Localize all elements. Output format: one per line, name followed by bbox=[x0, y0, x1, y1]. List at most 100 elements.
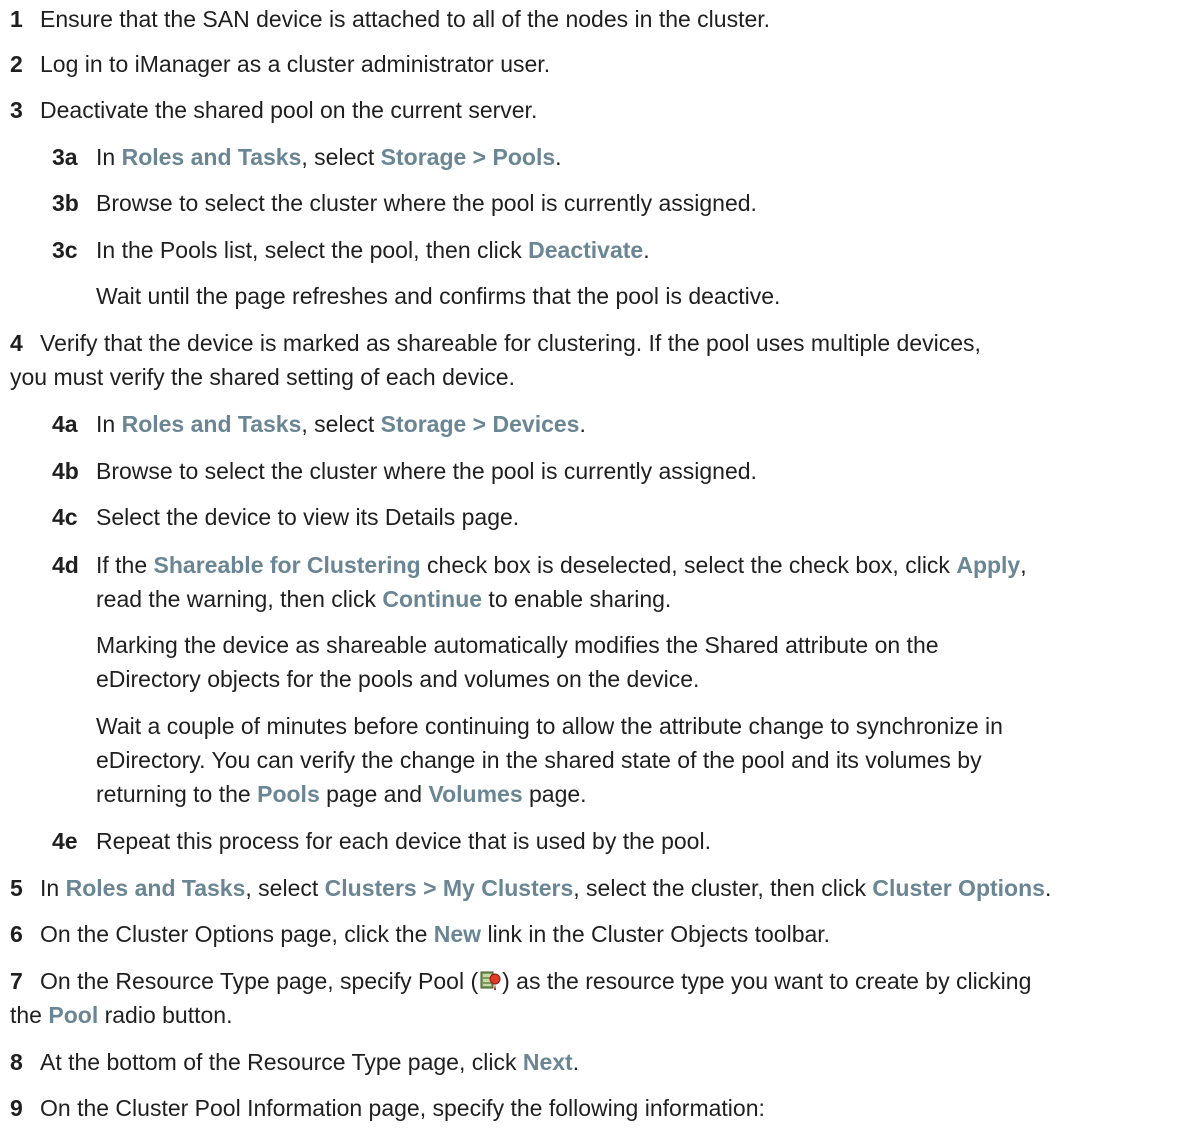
step-text-run: In the Pools list, select the pool, then… bbox=[96, 237, 529, 263]
step-text-run: . bbox=[572, 1049, 580, 1075]
step-text-run: , select bbox=[245, 875, 325, 901]
ui-element-label: Storage > Pools bbox=[380, 144, 556, 170]
step-4d-note-2c: returning to the Pools page and Volumes … bbox=[0, 775, 1175, 813]
step-text-run: radio button. bbox=[98, 1002, 233, 1028]
step-number: 3b bbox=[52, 190, 79, 216]
step-text-run: In bbox=[96, 411, 122, 437]
step-text: In the Pools list, select the pool, then… bbox=[96, 237, 650, 263]
step-text-run: On the Cluster Pool Information page, sp… bbox=[40, 1095, 765, 1121]
ui-element-label: Clusters > My Clusters bbox=[324, 875, 574, 901]
ui-element-label: Apply bbox=[956, 552, 1021, 578]
ui-element-label: Deactivate bbox=[528, 237, 644, 263]
step-text-run: At the bottom of the Resource Type page,… bbox=[40, 1049, 523, 1075]
step-text: In Roles and Tasks, select Clusters > My… bbox=[40, 875, 1051, 901]
step-3c: 3c In the Pools list, select the pool, th… bbox=[0, 231, 1175, 269]
step-number: 4d bbox=[52, 552, 79, 578]
step-text-run: , select the cluster, then click bbox=[573, 875, 873, 901]
step-text-run: eDirectory objects for the pools and vol… bbox=[96, 666, 700, 692]
step-text-run: page. bbox=[522, 781, 587, 807]
step-number: 4 bbox=[10, 330, 23, 356]
step-text-run: link in the Cluster Objects toolbar. bbox=[481, 921, 831, 947]
step-text: Log in to iManager as a cluster administ… bbox=[40, 51, 550, 77]
step-text: Wait until the page refreshes and confir… bbox=[96, 283, 780, 309]
step-4e: 4e Repeat this process for each device th… bbox=[0, 822, 1175, 860]
step-text-run: In bbox=[96, 144, 122, 170]
step-2: 2 Log in to iManager as a cluster adminis… bbox=[0, 45, 1175, 83]
procedure-document: 1 Ensure that the SAN device is attached … bbox=[0, 0, 1180, 1135]
ui-element-label: Roles and Tasks bbox=[121, 144, 302, 170]
step-text: the Pool radio button. bbox=[10, 1002, 232, 1028]
step-text: On the Resource Type page, specify Pool … bbox=[40, 968, 1031, 994]
step-9: 9 On the Cluster Pool Information page, s… bbox=[0, 1089, 1175, 1127]
step-text: you must verify the shared setting of ea… bbox=[10, 364, 515, 390]
step-number: 4a bbox=[52, 411, 78, 437]
ui-element-label: Storage > Devices bbox=[380, 411, 580, 437]
step-number: 4b bbox=[52, 458, 79, 484]
step-text-run: On the Cluster Options page, click the bbox=[40, 921, 434, 947]
step-text: eDirectory objects for the pools and vol… bbox=[96, 666, 699, 692]
step-text-run: On the Resource Type page, specify Pool … bbox=[40, 968, 479, 994]
step-8: 8 At the bottom of the Resource Type page… bbox=[0, 1043, 1175, 1081]
step-5: 5 In Roles and Tasks, select Clusters > M… bbox=[0, 869, 1175, 907]
step-number: 9 bbox=[10, 1095, 23, 1121]
step-number: 7 bbox=[10, 968, 23, 994]
step-text-run: Deactivate the shared pool on the curren… bbox=[40, 97, 538, 123]
step-4: 4 Verify that the device is marked as sha… bbox=[0, 324, 1175, 362]
step-text-run: Wait until the page refreshes and confir… bbox=[96, 283, 781, 309]
step-number: 8 bbox=[10, 1049, 23, 1075]
step-text-run: returning to the bbox=[96, 781, 258, 807]
ui-element-label: Shareable for Clustering bbox=[153, 552, 421, 578]
step-text-run: Marking the device as shareable automati… bbox=[96, 632, 939, 658]
step-3c-note: Wait until the page refreshes and confir… bbox=[0, 277, 1175, 315]
step-4d: 4d If the Shareable for Clustering check … bbox=[0, 546, 1175, 584]
step-text: Marking the device as shareable automati… bbox=[96, 632, 939, 658]
step-text-run: to enable sharing. bbox=[482, 586, 672, 612]
step-text-run: read the warning, then click bbox=[96, 586, 383, 612]
ui-element-label: Next bbox=[522, 1049, 573, 1075]
step-text: Deactivate the shared pool on the curren… bbox=[40, 97, 537, 123]
ui-element-label: Roles and Tasks bbox=[121, 411, 302, 437]
step-number: 1 bbox=[10, 6, 23, 32]
step-7-continued: the Pool radio button. bbox=[0, 996, 1175, 1034]
step-text: read the warning, then click Continue to… bbox=[96, 586, 671, 612]
step-3b: 3b Browse to select the cluster where the… bbox=[0, 184, 1175, 222]
step-3a: 3a In Roles and Tasks, select Storage > P… bbox=[0, 138, 1175, 176]
step-text-run: the bbox=[10, 1002, 49, 1028]
step-text-run: Log in to iManager as a cluster administ… bbox=[40, 51, 551, 77]
step-text: On the Cluster Options page, click the N… bbox=[40, 921, 830, 947]
ui-element-label: Pools bbox=[257, 781, 320, 807]
step-4d-note-2a: Wait a couple of minutes before continui… bbox=[0, 707, 1175, 745]
step-text-run: . bbox=[579, 411, 586, 437]
step-text: At the bottom of the Resource Type page,… bbox=[40, 1049, 579, 1075]
step-text-run: . bbox=[643, 237, 650, 263]
ui-element-label: Cluster Options bbox=[872, 875, 1045, 901]
step-text-run: page and bbox=[319, 781, 429, 807]
step-4b: 4b Browse to select the cluster where the… bbox=[0, 452, 1175, 490]
step-text-run: Browse to select the cluster where the p… bbox=[96, 458, 757, 484]
step-text: returning to the Pools page and Volumes … bbox=[96, 781, 587, 807]
step-text: In Roles and Tasks, select Storage > Dev… bbox=[96, 411, 586, 437]
step-text-run: ) as the resource type you want to creat… bbox=[502, 968, 1032, 994]
step-text-run: In bbox=[40, 875, 66, 901]
step-text-run: . bbox=[555, 144, 562, 170]
step-text-run: Verify that the device is marked as shar… bbox=[40, 330, 981, 356]
step-text-run: , select bbox=[301, 411, 381, 437]
step-number: 6 bbox=[10, 921, 23, 947]
step-number: 5 bbox=[10, 875, 23, 901]
step-text-run: check box is deselected, select the chec… bbox=[420, 552, 957, 578]
step-text: Wait a couple of minutes before continui… bbox=[96, 713, 1003, 739]
step-3: 3 Deactivate the shared pool on the curre… bbox=[0, 91, 1175, 129]
step-4a: 4a In Roles and Tasks, select Storage > D… bbox=[0, 405, 1175, 443]
step-4d-note-1b: eDirectory objects for the pools and vol… bbox=[0, 660, 1175, 698]
step-number: 3a bbox=[52, 144, 78, 170]
ui-element-label: Roles and Tasks bbox=[65, 875, 246, 901]
step-text: Verify that the device is marked as shar… bbox=[40, 330, 981, 356]
step-4-continued: you must verify the shared setting of ea… bbox=[0, 358, 1175, 396]
step-text: Browse to select the cluster where the p… bbox=[96, 190, 757, 216]
step-text-run: . bbox=[1044, 875, 1052, 901]
step-text-run: Select the device to view its Details pa… bbox=[96, 504, 520, 530]
step-text: eDirectory. You can verify the change in… bbox=[96, 747, 982, 773]
step-4d-continued: read the warning, then click Continue to… bbox=[0, 580, 1175, 618]
step-text-run: , select bbox=[301, 144, 381, 170]
step-4d-note-1a: Marking the device as shareable automati… bbox=[0, 626, 1175, 664]
